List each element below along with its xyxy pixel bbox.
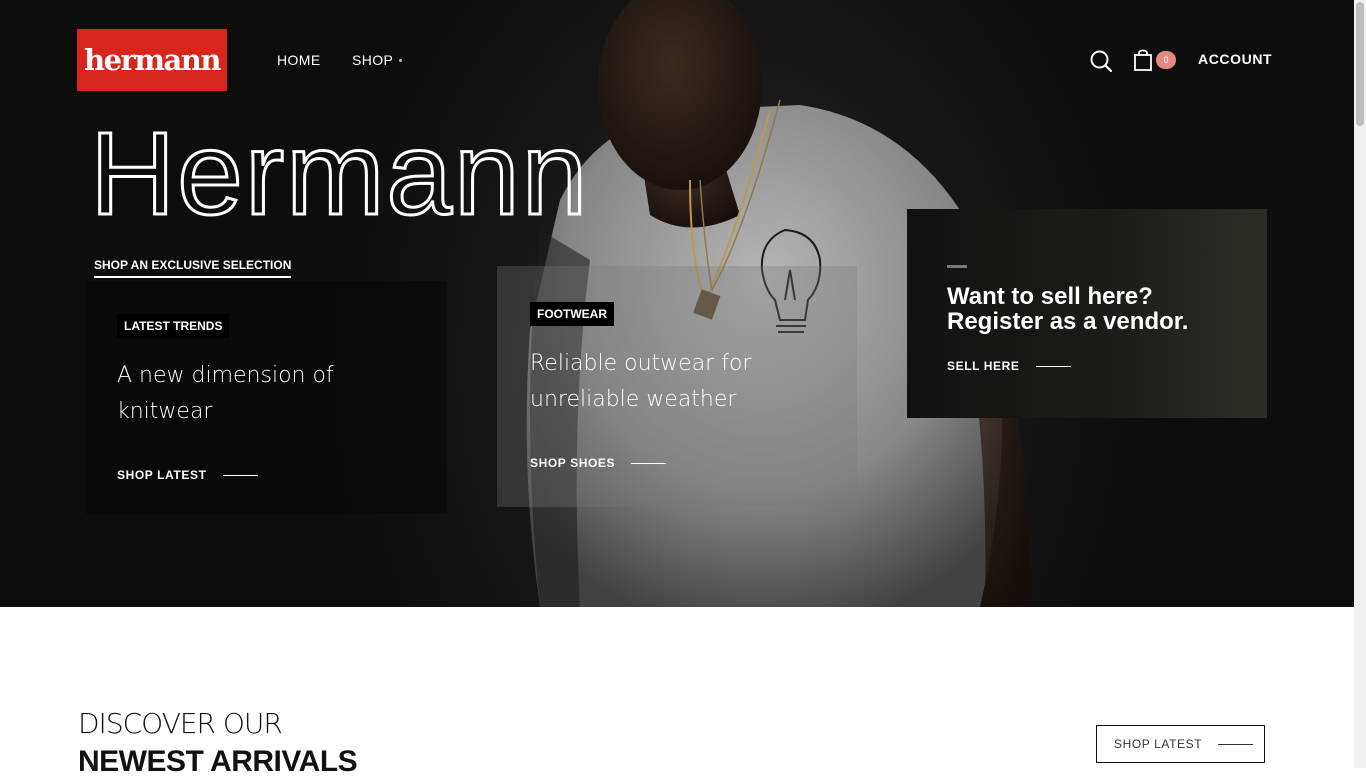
vendor-card[interactable]: Want to sell here? Register as a vendor.… <box>907 209 1267 418</box>
hero-title: Hermann <box>89 110 589 230</box>
arrow-line-icon <box>1218 743 1254 745</box>
divider <box>947 265 967 268</box>
promo-card-latest-trends[interactable]: LATEST TRENDS A new dimension of knitwea… <box>85 281 447 514</box>
promo-card-footwear[interactable]: FOOTWEAR Reliable outwear for unreliable… <box>497 266 857 507</box>
shop-shoes-link[interactable]: SHOP SHOES <box>530 456 667 470</box>
search-icon[interactable] <box>1089 49 1113 73</box>
nav-shop[interactable]: SHOP <box>352 52 393 68</box>
card-heading: A new dimension of knitwear <box>117 363 334 424</box>
category-tag: LATEST TRENDS <box>117 314 230 338</box>
link-label: SHOP LATEST <box>117 468 207 482</box>
arrow-line-icon <box>222 474 258 476</box>
section-heading-line1: DISCOVER OUR <box>78 707 283 740</box>
category-tag: FOOTWEAR <box>530 302 614 326</box>
link-label: SHOP SHOES <box>530 456 616 470</box>
nav-home[interactable]: HOME <box>277 52 321 68</box>
cart-count-badge: 0 <box>1156 51 1176 69</box>
section-heading-line2: NEWEST ARRIVALS <box>78 745 358 778</box>
hero-subtitle[interactable]: SHOP AN EXCLUSIVE SELECTION <box>94 258 292 278</box>
vendor-heading: Want to sell here? Register as a vendor. <box>947 283 1189 335</box>
arrow-line-icon <box>1035 365 1071 367</box>
sell-here-link[interactable]: SELL HERE <box>947 359 1071 373</box>
submenu-indicator-icon <box>399 59 402 62</box>
card-heading: Reliable outwear for unreliable weather <box>530 351 752 412</box>
hero-title-text: Hermann <box>90 110 589 230</box>
shop-latest-button[interactable]: SHOP LATEST <box>1096 725 1265 763</box>
shopping-bag-icon[interactable] <box>1133 49 1153 71</box>
logo-text: hermann <box>84 43 221 77</box>
site-logo[interactable]: hermann <box>77 29 227 91</box>
account-link[interactable]: ACCOUNT <box>1198 51 1272 67</box>
link-label: SELL HERE <box>947 359 1020 373</box>
scrollbar-thumb[interactable] <box>1356 2 1364 126</box>
button-label: SHOP LATEST <box>1114 737 1203 751</box>
arrow-line-icon <box>631 462 667 464</box>
shop-latest-link[interactable]: SHOP LATEST <box>117 468 258 482</box>
